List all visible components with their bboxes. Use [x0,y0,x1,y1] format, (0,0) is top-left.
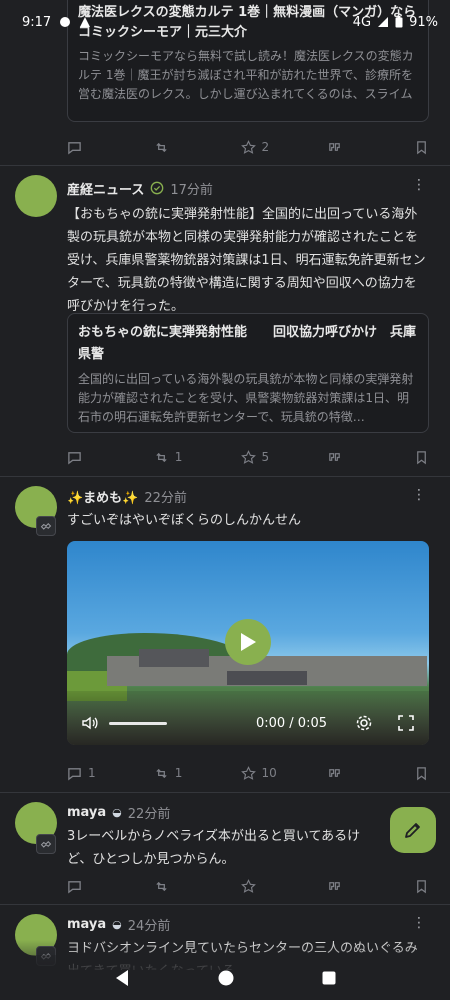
post-actions [67,872,429,900]
play-icon [241,633,256,651]
recents-icon[interactable] [322,971,336,985]
divider [0,165,450,166]
quote-icon [329,768,341,777]
boost-count: 1 [174,450,183,464]
reply-button[interactable]: 1 [67,766,107,781]
reply-button[interactable] [67,140,107,155]
divider [0,792,450,793]
reply-icon [68,767,81,780]
reply-button[interactable] [67,879,107,894]
link-preview-title: 魔法医レクスの変態カルテ 1巻｜無料漫画（マンガ）ならコミックシーモア｜元三大介 [78,5,417,40]
boost-button[interactable] [154,879,194,894]
system-nav-bar [0,955,450,1000]
bookmark-button[interactable] [414,450,429,465]
post-actions: 1 1 10 [67,759,429,787]
timeline-feed: 魔法医レクスの変態カルテ 1巻｜無料漫画（マンガ）ならコミックシーモア｜元三大介… [0,0,450,970]
bookmark-button[interactable] [414,766,429,781]
favorite-button[interactable]: 2 [240,139,281,155]
more-menu-icon[interactable]: ⋮ [412,178,426,192]
star-icon [240,139,256,154]
bookmark-button[interactable] [414,879,429,894]
quote-icon [329,452,341,461]
back-icon[interactable] [114,969,130,987]
reply-button[interactable] [67,450,107,465]
favorite-button[interactable]: 10 [240,765,281,781]
divider [0,904,450,905]
star-icon [240,765,256,780]
pencil-icon [405,823,420,838]
more-menu-icon[interactable]: ⋮ [412,488,426,502]
favorite-count: 2 [261,140,270,154]
post: ✨まめも✨ 22分前 ⋮ すごいぞはやいぞぼくらのしんかんせん [0,484,450,532]
favorite-button[interactable]: 5 [240,449,281,465]
quote-button[interactable] [327,879,367,894]
quote-button[interactable] [327,766,367,781]
link-preview-description: コミックシーモアなら無料で試し読み！魔法医レクスの変態カルテ 1巻｜魔王が討ち滅… [78,49,414,101]
bookmark-icon [417,140,426,154]
reply-icon [68,880,81,893]
post-time[interactable]: 22分前 [128,803,171,822]
divider [0,476,450,477]
boost-button[interactable] [154,140,194,155]
video-controls: 0:00 / 0:05 [67,701,429,745]
fullscreen-icon[interactable] [397,714,415,732]
volume-slider[interactable] [109,721,167,725]
link-preview-description: 全国的に出回っている海外製の玩具銃が本物と同様の実弾発射能力が確認されたことを受… [78,372,414,424]
boost-button[interactable]: 1 [154,450,194,465]
star-icon [240,449,256,464]
boost-icon [156,452,167,462]
rice-ball-emoji-icon: ◒ [112,805,122,819]
reply-icon [68,451,81,464]
home-icon[interactable] [218,970,234,986]
boost-count: 1 [174,766,183,780]
post-actions: 1 5 [67,443,429,471]
post-header: maya ◒ 24分前 [67,912,450,936]
post-header: ✨まめも✨ 22分前 [67,484,450,508]
volume-icon[interactable] [81,714,99,732]
quote-icon [329,142,341,151]
settings-gear-icon[interactable] [355,714,373,732]
boost-button[interactable]: 1 [154,766,194,781]
link-preview-title: おもちゃの銃に実弾発射性能 回収協力呼びかけ 兵庫県警 [78,325,417,362]
quote-button[interactable] [327,450,367,465]
verified-icon [151,181,164,195]
favorite-count: 5 [261,450,270,464]
bookmark-button[interactable] [414,140,429,155]
author-name[interactable]: 産経ニュース [67,179,144,198]
star-icon [240,878,256,893]
reply-count: 1 [88,766,96,780]
boost-icon [156,881,167,891]
post: maya ◒ 22分前 3レーベルからノベライズ本が出ると買いてあるけど、ひとつ… [0,800,450,871]
post-time[interactable]: 24分前 [128,915,171,934]
more-menu-icon[interactable]: ⋮ [412,916,426,930]
boost-icon [156,142,167,152]
play-button[interactable] [225,619,271,665]
post-actions: 2 [67,133,429,161]
post: 産経ニュース 17分前 ⋮ 【おもちゃの銃に実弾発射性能】全国的に出回っている海… [0,176,450,318]
bookmark-icon [417,879,426,893]
favorite-button[interactable] [240,878,281,894]
video-player[interactable]: 0:00 / 0:05 [67,541,429,745]
post-text: すごいぞはやいぞぼくらのしんかんせん [67,513,302,528]
author-name[interactable]: ✨まめも✨ [67,487,138,506]
link-preview-card[interactable]: おもちゃの銃に実弾発射性能 回収協力呼びかけ 兵庫県警 全国的に出回っている海外… [67,313,429,433]
bookmark-icon [417,766,426,780]
post-text: 【おもちゃの銃に実弾発射性能】全国的に出回っている海外製の玩具銃が本物と同様の実… [67,207,426,314]
author-name[interactable]: maya [67,805,106,820]
post-header: 産経ニュース 17分前 [67,176,450,200]
post-time[interactable]: 17分前 [170,179,213,198]
reply-icon [68,141,81,154]
rice-ball-emoji-icon: ◒ [112,917,122,931]
boost-icon [156,768,167,778]
bookmark-icon [417,450,426,464]
favorite-count: 10 [261,766,277,780]
author-name[interactable]: maya [67,917,106,932]
video-time: 0:00 / 0:05 [255,715,327,731]
quote-icon [329,881,341,890]
link-preview-card[interactable]: 魔法医レクスの変態カルテ 1巻｜無料漫画（マンガ）ならコミックシーモア｜元三大介… [67,0,429,122]
quote-button[interactable] [327,140,367,155]
compose-button[interactable] [390,807,436,853]
post-time[interactable]: 22分前 [144,487,187,506]
